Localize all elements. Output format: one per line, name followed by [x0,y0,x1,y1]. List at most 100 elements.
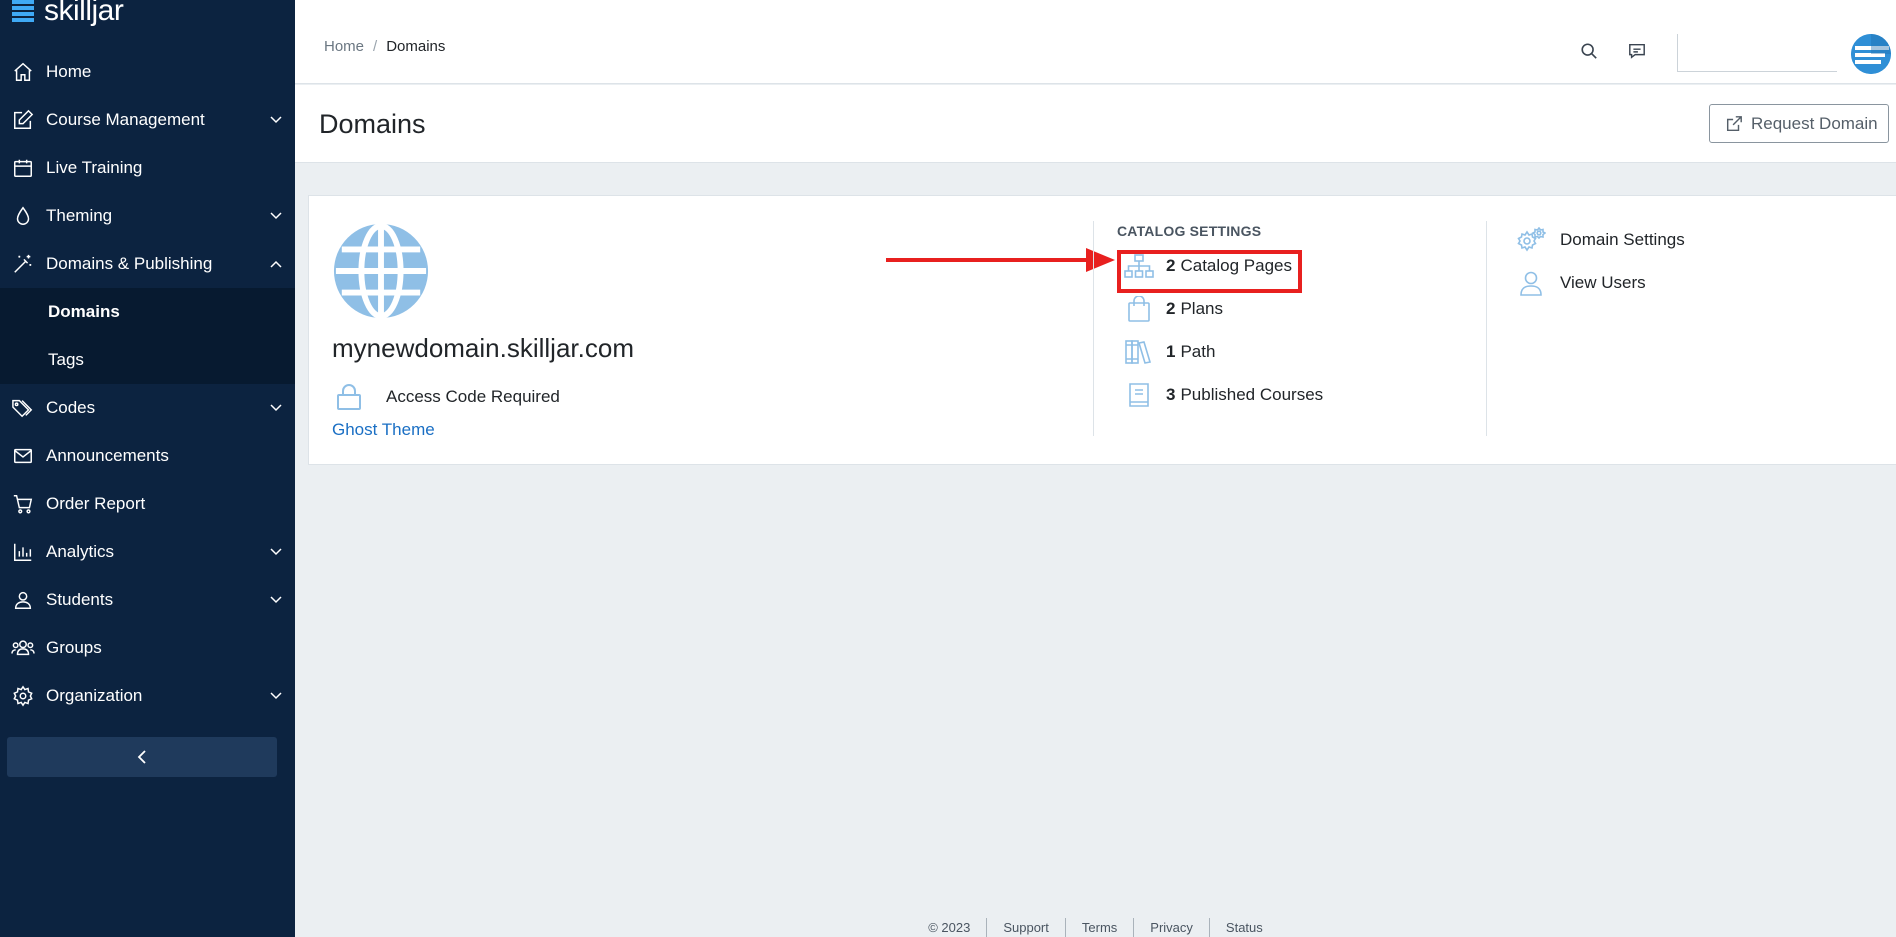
gear-icon [11,684,35,708]
gears-icon [1516,226,1546,254]
published-courses-count: 3 [1166,385,1176,404]
search-icon[interactable] [1578,40,1600,62]
view-users-label: View Users [1560,273,1646,292]
breadcrumb: Home / Domains [324,38,445,55]
user-icon [1516,269,1546,297]
sidebar-item-label: Domains & Publishing [46,254,213,273]
chevron-down-icon [270,116,282,124]
annotation-highlight-box [1117,250,1302,293]
published-courses-link[interactable]: 3 Published Courses [1124,381,1323,409]
sidebar-item-domains-publishing[interactable]: Domains & Publishing [0,240,295,288]
breadcrumb-home-link[interactable]: Home [324,38,364,55]
chevron-down-icon [270,596,282,604]
request-domain-button[interactable]: Request Domain [1709,104,1889,143]
footer-status-link[interactable]: Status [1208,918,1279,937]
path-count: 1 [1166,342,1176,361]
sidebar-submenu: Domains Tags [0,288,295,384]
sidebar-subitem-label: Tags [48,350,84,369]
sidebar-item-home[interactable]: Home [0,48,295,96]
domain-name: mynewdomain.skilljar.com [332,333,634,363]
page-title: Domains [319,109,426,139]
sidebar: skilljar Home Course Management Live Tra… [0,0,295,937]
footer: © 2023 Support Terms Privacy Status [295,918,1896,937]
sidebar-item-course-management[interactable]: Course Management [0,96,295,144]
sidebar-subitem-domains[interactable]: Domains [0,288,295,336]
sidebar-subitem-label: Domains [48,302,120,321]
sidebar-item-order-report[interactable]: Order Report [0,480,295,528]
sidebar-nav: Home Course Management Live Training The… [0,48,295,720]
path-label: Path [1180,342,1216,361]
search-input[interactable] [1677,34,1837,72]
plans-link[interactable]: 2 Plans [1124,295,1223,323]
sidebar-item-label: Order Report [46,494,146,513]
page-header: Domains Request Domain [295,85,1896,163]
shopping-bag-icon [1124,295,1154,323]
sidebar-item-analytics[interactable]: Analytics [0,528,295,576]
sidebar-item-label: Analytics [46,542,115,561]
skilljar-logo[interactable]: skilljar [12,0,124,27]
sidebar-item-groups[interactable]: Groups [0,624,295,672]
column-divider [1093,221,1094,436]
sidebar-item-label: Codes [46,398,96,417]
sidebar-item-label: Students [46,590,114,609]
chat-icon[interactable] [1626,40,1648,62]
chevron-down-icon [270,212,282,220]
sidebar-item-label: Organization [46,686,143,705]
droplet-icon [11,204,35,228]
sidebar-item-announcements[interactable]: Announcements [0,432,295,480]
sidebar-item-label: Theming [46,206,113,225]
breadcrumb-separator: / [373,38,378,55]
sidebar-item-students[interactable]: Students [0,576,295,624]
request-domain-label: Request Domain [1751,113,1878,133]
breadcrumb-current: Domains [386,38,446,55]
avatar[interactable] [1851,34,1891,74]
globe-icon [333,222,429,320]
sidebar-item-label: Live Training [46,158,143,177]
home-icon [11,60,35,84]
chevron-down-icon [270,404,282,412]
edit-icon [11,108,35,132]
sidebar-item-label: Groups [46,638,102,657]
sidebar-item-label: Home [46,62,92,81]
column-divider [1486,221,1487,436]
footer-terms-link[interactable]: Terms [1064,918,1133,937]
books-icon [1124,338,1154,366]
sidebar-subitem-tags[interactable]: Tags [0,336,295,384]
chevron-left-icon [137,750,146,764]
sidebar-item-label: Announcements [46,446,169,465]
user-icon [11,588,35,612]
view-users-link[interactable]: View Users [1516,269,1646,297]
tag-icon [11,396,35,420]
plans-label: Plans [1180,299,1223,318]
chevron-up-icon [270,260,282,268]
domain-settings-link[interactable]: Domain Settings [1516,226,1685,254]
collapse-sidebar-button[interactable] [7,737,277,777]
brand-name: skilljar [44,0,124,27]
lock-icon [337,384,361,410]
access-status: Access Code Required [332,383,560,411]
footer-privacy-link[interactable]: Privacy [1133,918,1209,937]
theme-link[interactable]: Ghost Theme [332,420,435,440]
published-courses-label: Published Courses [1180,385,1324,404]
bar-chart-icon [11,540,35,564]
topbar: Home / Domains [295,0,1896,84]
chevron-down-icon [270,548,282,556]
plans-count: 2 [1166,299,1176,318]
annotation-arrow [886,248,1115,272]
path-link[interactable]: 1 Path [1124,338,1215,366]
book-icon [1124,381,1154,409]
chevron-down-icon [270,692,282,700]
envelope-icon [11,444,35,468]
footer-support-link[interactable]: Support [986,918,1065,937]
magic-wand-icon [11,252,35,276]
sidebar-item-organization[interactable]: Organization [0,672,295,720]
access-status-label: Access Code Required [386,387,560,406]
sidebar-item-live-training[interactable]: Live Training [0,144,295,192]
cart-icon [11,492,35,516]
domain-card: mynewdomain.skilljar.com Access Code Req… [308,195,1896,465]
sidebar-item-codes[interactable]: Codes [0,384,295,432]
users-icon [11,636,35,660]
sidebar-item-theming[interactable]: Theming [0,192,295,240]
logo-mark-icon [12,0,38,24]
catalog-settings-title: CATALOG SETTINGS [1117,223,1262,239]
